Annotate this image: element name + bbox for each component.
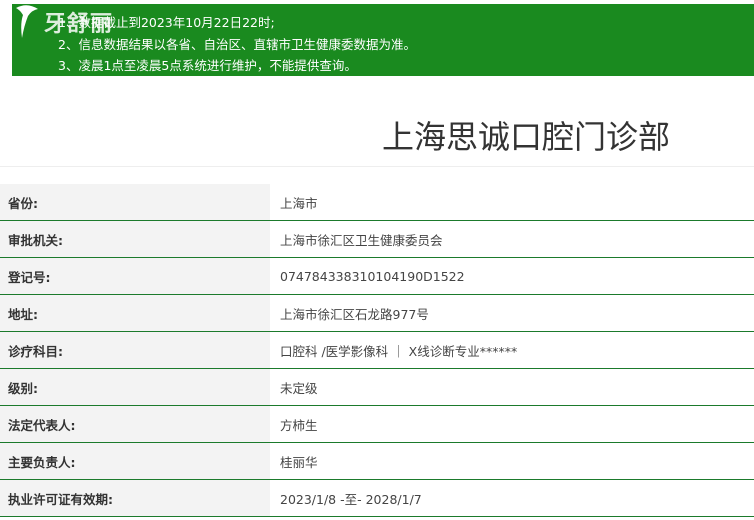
row-label: 省份:: [0, 184, 270, 221]
logo-text: 牙舒丽: [44, 11, 114, 37]
table-row: 审批机关: 上海市徐汇区卫生健康委员会: [0, 220, 754, 258]
page-title: 上海思诚口腔门诊部: [381, 118, 670, 156]
table-row: 执业许可证有效期: 2023/1/8 -至- 2028/1/7: [0, 479, 754, 517]
row-label: 审批机关:: [0, 220, 270, 258]
title-area: 上海思诚口腔门诊部: [0, 76, 754, 167]
table-row: 主要负责人: 桂丽华: [0, 442, 754, 480]
row-value: 桂丽华: [270, 442, 754, 480]
table-row: 地址: 上海市徐汇区石龙路977号: [0, 294, 754, 332]
row-value: 上海市徐汇区石龙路977号: [270, 294, 754, 332]
row-value: 上海市徐汇区卫生健康委员会: [270, 220, 754, 258]
notice-line-2: 2、信息数据结果以各省、自治区、直辖市卫生健康委数据为准。: [58, 36, 416, 52]
info-table: 省份: 上海市 审批机关: 上海市徐汇区卫生健康委员会 登记号: 0747843…: [0, 184, 754, 517]
row-value: 上海市: [270, 184, 754, 221]
tooth-logo-icon: [16, 5, 38, 38]
row-value: 2023/1/8 -至- 2028/1/7: [270, 479, 754, 517]
row-value: 未定级: [270, 368, 754, 406]
row-value: 074784338310104190D1522: [270, 257, 754, 295]
notice-line-1: 1、数据截止到2023年10月22日22时;: [58, 15, 275, 30]
row-label: 登记号:: [0, 257, 270, 295]
row-label: 执业许可证有效期:: [0, 479, 270, 517]
table-row: 法定代表人: 方柿生: [0, 405, 754, 443]
row-label: 级别:: [0, 368, 270, 406]
row-label: 诊疗科目:: [0, 331, 270, 369]
table-row: 诊疗科目: 口腔科 /医学影像科 ｜ X线诊断专业******: [0, 331, 754, 369]
row-label: 地址:: [0, 294, 270, 332]
table-row: 登记号: 074784338310104190D1522: [0, 257, 754, 295]
table-row: 省份: 上海市: [0, 184, 754, 221]
row-value: 方柿生: [270, 405, 754, 443]
row-label: 主要负责人:: [0, 442, 270, 480]
table-row: 级别: 未定级: [0, 368, 754, 406]
row-label: 法定代表人:: [0, 405, 270, 443]
notice-line-3: 3、凌晨1点至凌晨5点系统进行维护，不能提供查询。: [58, 58, 357, 73]
brand-logo: 牙舒丽: [12, 4, 132, 44]
row-value: 口腔科 /医学影像科 ｜ X线诊断专业******: [270, 331, 754, 369]
